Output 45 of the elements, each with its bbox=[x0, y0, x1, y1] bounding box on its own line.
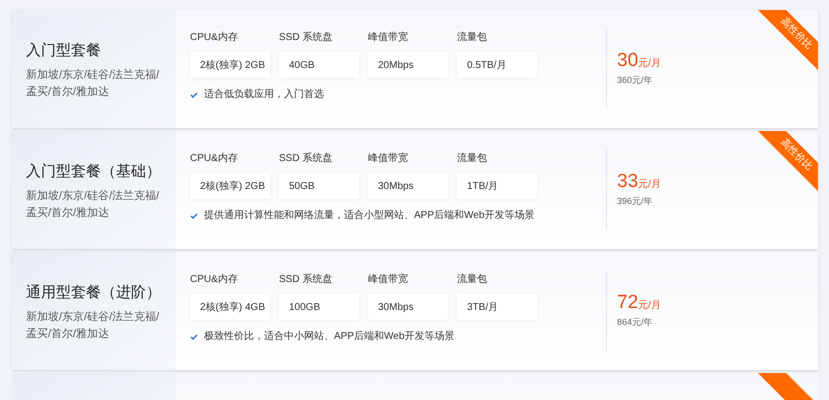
spec-value: 2核(独享) 2GB bbox=[190, 173, 270, 199]
plan-note: 极致性价比，适合中小网站、APP后端和Web开发等场景 bbox=[204, 330, 454, 344]
monthly-price: 30 bbox=[617, 50, 638, 72]
spec-label: 峰值带宽 bbox=[368, 274, 409, 287]
plan-regions: 新加坡/东京/硅谷/法兰克福/孟买/首尔/雅加达 bbox=[26, 188, 160, 221]
spec-label: SSD 系统盘 bbox=[279, 274, 334, 287]
plan-note: 适合低负载应用，入门首选 bbox=[204, 88, 324, 102]
spec-value: 50GB bbox=[279, 173, 359, 199]
spec-value: 2核(独享) 4GB bbox=[190, 294, 270, 320]
spec-value: 2核(独享) 2GB bbox=[190, 52, 270, 78]
plan-note: 提供通用计算性能和网络流量，适合小型网站、APP后端和Web开发等场景 bbox=[204, 208, 534, 223]
plan-title: 入门型套餐 bbox=[26, 42, 102, 60]
yearly-price: 360元/年 bbox=[617, 74, 654, 88]
spec-label: CPU&内存 bbox=[190, 153, 239, 166]
yearly-price: 864元/年 bbox=[617, 316, 654, 330]
spec-value: 40GB bbox=[279, 52, 359, 78]
monthly-price: 33 bbox=[617, 171, 638, 194]
check-icon bbox=[190, 334, 198, 340]
price-unit: 元/月 bbox=[638, 299, 661, 314]
check-icon bbox=[190, 212, 198, 218]
check-icon bbox=[190, 92, 198, 98]
plan-regions: 新加坡/东京/硅谷/法兰克福/孟买/首尔/雅加达 bbox=[26, 310, 160, 342]
spec-value: 30Mbps bbox=[368, 173, 448, 199]
spec-label: SSD 系统盘 bbox=[279, 153, 334, 166]
spec-label: 峰值带宽 bbox=[368, 153, 409, 166]
monthly-price: 72 bbox=[617, 292, 638, 314]
spec-label: 峰值带宽 bbox=[368, 32, 409, 45]
plan-title: 通用型套餐（进阶） bbox=[26, 284, 162, 302]
spec-label: 流量包 bbox=[457, 153, 488, 166]
spec-label: SSD 系统盘 bbox=[279, 32, 334, 45]
plan-regions: 新加坡/东京/硅谷/法兰克福/孟买/首尔/雅加达 bbox=[26, 68, 160, 100]
spec-label: 流量包 bbox=[457, 32, 488, 45]
spec-value: 3TB/月 bbox=[457, 294, 537, 320]
spec-label: 流量包 bbox=[457, 274, 488, 287]
spec-label: CPU&内存 bbox=[190, 274, 239, 287]
plan-title: 入门型套餐（基础） bbox=[26, 163, 162, 181]
price-unit: 元/月 bbox=[638, 57, 661, 72]
yearly-price: 396元/年 bbox=[617, 195, 654, 208]
spec-label: CPU&内存 bbox=[190, 32, 239, 45]
spec-value: 100GB bbox=[279, 294, 359, 320]
spec-value: 1TB/月 bbox=[457, 173, 537, 199]
spec-value: 20Mbps bbox=[368, 52, 448, 78]
spec-value: 0.5TB/月 bbox=[457, 52, 537, 78]
spec-value: 30Mbps bbox=[368, 294, 448, 320]
price-unit: 元/月 bbox=[638, 178, 661, 192]
